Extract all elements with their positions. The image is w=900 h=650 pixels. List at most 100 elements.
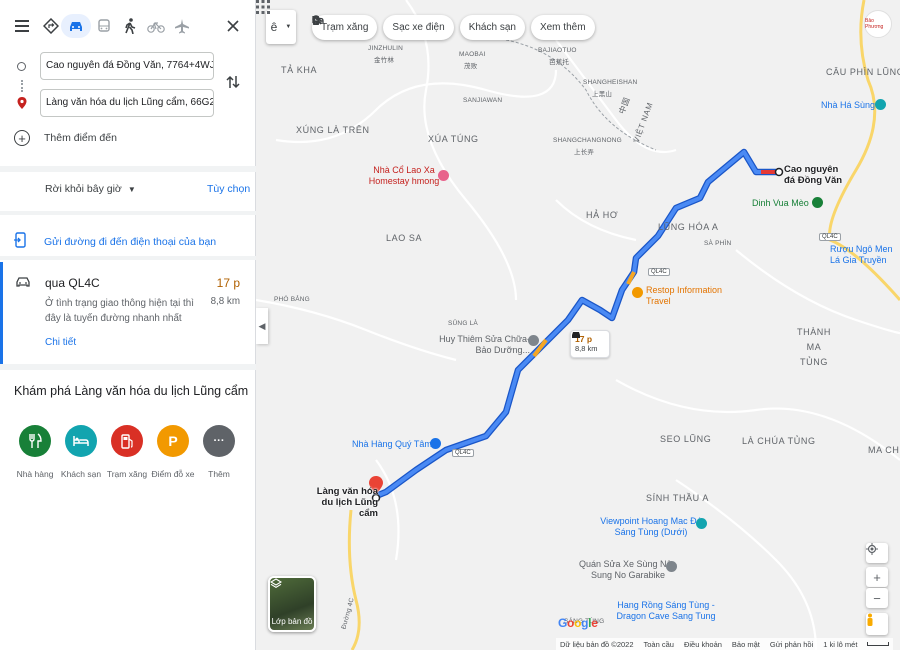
more-icon: ···	[203, 425, 235, 457]
language-button[interactable]: ê ▼	[266, 10, 296, 44]
poi-label: Rượu Ngô Men Lá Gia Truyền	[830, 244, 893, 265]
map-label: LŨNG HÓA A	[658, 222, 719, 232]
scale-label[interactable]: 1 ki lô mét	[823, 640, 857, 649]
poi-hang-rong[interactable]: Hang Rồng Sáng Tùng - Dragon Cave Sang T…	[616, 600, 716, 622]
transit-mode-icon[interactable]	[92, 14, 116, 38]
chip-hotel[interactable]: Khách sạn	[312, 15, 525, 40]
poi-ha-sung[interactable]: Nhà Há Sùng	[821, 100, 875, 111]
poi-dinh-vua[interactable]: Dinh Vua Mèo	[752, 198, 809, 209]
repair-pin-icon[interactable]	[666, 561, 677, 572]
travel-mode-bar	[0, 10, 256, 44]
pegman-icon	[867, 613, 873, 626]
global-link[interactable]: Toàn cầu	[644, 640, 674, 649]
parking-icon: P	[157, 425, 189, 457]
route-badge-distance: 8,8 km	[575, 344, 598, 353]
road-label: QL4C	[452, 449, 474, 457]
landmark-pin-icon[interactable]	[812, 197, 823, 208]
category-parking[interactable]: P Điểm đỗ xe	[151, 425, 195, 479]
account-avatar[interactable]: Bảo Phương	[864, 10, 892, 38]
map-label: LAO SA	[386, 233, 423, 243]
category-restaurant[interactable]: Nhà hàng	[13, 425, 57, 479]
layers-icon	[270, 578, 282, 588]
viewpoint-pin-icon[interactable]	[696, 518, 707, 529]
homestay-pin-icon[interactable]	[438, 170, 449, 181]
chip-ev-charging[interactable]: Sạc xe điện	[313, 15, 454, 40]
route-start-label[interactable]: Cao nguyên đá Đồng Văn	[784, 164, 844, 186]
info-pin-icon[interactable]	[632, 287, 643, 298]
map-label: HẢ HƠ	[586, 210, 619, 220]
route-distance: 8,8 km	[210, 296, 240, 307]
map-footer: Dữ liệu bản đồ ©2022 Toàn cầu Điều khoản…	[556, 638, 894, 650]
terms-link[interactable]: Điều khoản	[684, 640, 722, 649]
explore-title: Khám phá Làng văn hóa du lịch Lũng cẩm	[14, 384, 249, 398]
hotel-pin-icon[interactable]	[875, 99, 886, 110]
add-icon: +	[14, 130, 30, 146]
street-view-button[interactable]	[866, 613, 888, 635]
map-label: SHANGHEISHAN	[583, 79, 638, 86]
map-data-attribution: Dữ liệu bản đồ ©2022	[560, 639, 634, 649]
road-label: QL4C	[648, 268, 670, 276]
swap-directions-icon[interactable]	[226, 74, 240, 93]
apps-grid-icon[interactable]	[256, 0, 270, 14]
category-hotel[interactable]: Khách sạn	[59, 425, 103, 479]
route-time: 17 p	[216, 276, 240, 290]
poi-restop[interactable]: Restop Information Travel	[646, 285, 726, 307]
zoom-out-button[interactable]: −	[866, 588, 888, 608]
feedback-link[interactable]: Gửi phản hồi	[770, 640, 813, 649]
google-logo: Google	[558, 616, 598, 630]
leave-now-dropdown[interactable]: Rời khỏi bây giờ ▼	[45, 183, 136, 195]
destination-input[interactable]: Làng văn hóa du lịch Lũng cẩm, 66G2+PH	[40, 89, 214, 117]
avatar-text: Bảo Phương	[865, 18, 884, 30]
menu-icon[interactable]	[10, 14, 34, 38]
poi-viewpoint[interactable]: Viewpoint Hoang Mac Đá Sáng Tùng (Dưới)	[596, 516, 706, 538]
map-layers-button[interactable]: Lớp bản đồ	[268, 576, 316, 632]
route-details-link[interactable]: Chi tiết	[45, 337, 76, 348]
origin-dot-icon	[17, 62, 26, 71]
poi-label: Viewpoint Hoang Mac Đá Sáng Tùng (Dưới)	[600, 516, 702, 537]
route-end-label[interactable]: Làng văn hóa du lịch Lũng cẩm	[304, 486, 378, 519]
road-label: QL4C	[819, 233, 841, 241]
poi-label: Nhà Cổ Lao Xa Homestay hmong	[368, 165, 440, 186]
collapse-panel-button[interactable]: ◀	[256, 308, 268, 344]
map-label: CÂU PHÌN LŨNG	[826, 67, 900, 77]
privacy-link[interactable]: Bảo mật	[732, 640, 760, 649]
zoom-in-button[interactable]: +	[866, 567, 888, 587]
route-time-badge[interactable]: 17 p 8,8 km	[570, 330, 610, 358]
best-route-icon[interactable]	[39, 14, 63, 38]
divider	[0, 166, 256, 172]
car-icon	[572, 332, 580, 338]
poi-ruou[interactable]: Rượu Ngô Men Lá Gia Truyền	[830, 244, 900, 266]
poi-label: Nhà Hàng Quý Tâm	[352, 439, 432, 449]
chip-label: Trạm xăng	[321, 22, 369, 33]
map-label: SHANGCHANGNONG	[553, 137, 622, 144]
close-icon[interactable]	[221, 14, 245, 38]
route-description: Ở tình trạng giao thông hiện tại thì đây…	[45, 298, 194, 324]
route-option[interactable]: qua QL4C 17 p Ở tình trạng giao thông hi…	[0, 262, 256, 364]
map-canvas[interactable]: JINZHULIN 金竹林 MAOBAI 茂败 BAJIAOTUO 芭蕉托 SH…	[256, 0, 900, 650]
origin-input[interactable]: Cao nguyên đá Đồng Văn, 7764+4WJ, QL4C	[40, 52, 214, 80]
cycling-mode-icon[interactable]	[144, 14, 168, 38]
send-to-phone-link[interactable]: Gửi đường đi đến điện thoại của bạn	[14, 232, 216, 251]
poi-nha-co[interactable]: Nhà Cổ Lao Xa Homestay hmong	[364, 165, 444, 187]
map-label: 金竹林	[374, 57, 395, 64]
flight-mode-icon[interactable]	[170, 14, 194, 38]
poi-huy-thiem[interactable]: Huy Thiêm Sửa Chữa-Bảo Dưỡng...	[430, 334, 530, 356]
walking-mode-icon[interactable]	[118, 14, 142, 38]
restaurant-pin-icon[interactable]	[430, 438, 441, 449]
category-more[interactable]: ··· Thêm	[197, 425, 241, 479]
add-destination-button[interactable]: + Thêm điểm đến	[14, 130, 117, 146]
map-label: BAJIAOTUO	[538, 47, 577, 54]
map-label: XÚNG LÀ TRÊN	[296, 125, 370, 135]
poi-quy-tam[interactable]: Nhà Hàng Quý Tâm	[352, 439, 432, 450]
destination-pin-icon	[17, 97, 27, 112]
chip-more[interactable]: Xem thêm	[312, 15, 595, 40]
poi-quan-sua[interactable]: Quán Sửa Xe Sùng Nô - Sung No Garabike	[576, 559, 680, 581]
divider	[0, 364, 256, 370]
category-gas-station[interactable]: Trạm xăng	[105, 425, 149, 479]
category-label: Điểm đỗ xe	[151, 469, 195, 479]
options-link[interactable]: Tùy chọn	[207, 183, 250, 195]
my-location-button[interactable]	[866, 543, 888, 563]
map-label: 上黑山	[592, 91, 613, 98]
driving-mode-icon[interactable]	[61, 14, 91, 38]
repair-pin-icon[interactable]	[528, 335, 539, 346]
